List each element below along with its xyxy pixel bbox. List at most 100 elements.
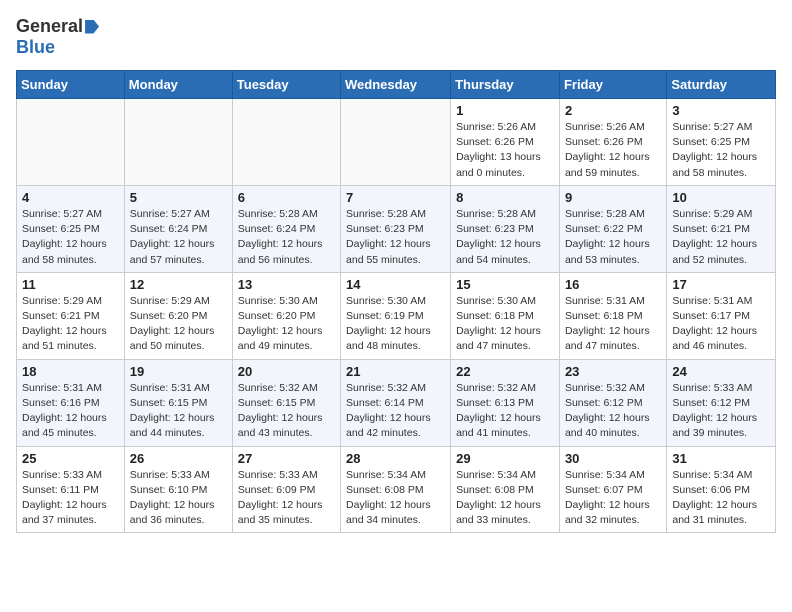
calendar-day-27: 27 Sunrise: 5:33 AM Sunset: 6:09 PM Dayli… — [232, 446, 340, 533]
day-number: 3 — [672, 103, 770, 118]
calendar-day-1: 1 Sunrise: 5:26 AM Sunset: 6:26 PM Daylig… — [451, 99, 560, 186]
day-info: Sunrise: 5:33 AM Sunset: 6:09 PM Dayligh… — [238, 468, 335, 529]
day-info: Sunrise: 5:28 AM Sunset: 6:22 PM Dayligh… — [565, 207, 661, 268]
day-info: Sunrise: 5:26 AM Sunset: 6:26 PM Dayligh… — [565, 120, 661, 181]
day-number: 7 — [346, 190, 445, 205]
page-header: General Blue — [16, 16, 776, 58]
calendar-week-row: 11 Sunrise: 5:29 AM Sunset: 6:21 PM Dayli… — [17, 272, 776, 359]
day-info: Sunrise: 5:27 AM Sunset: 6:25 PM Dayligh… — [672, 120, 770, 181]
day-number: 14 — [346, 277, 445, 292]
day-number: 1 — [456, 103, 554, 118]
day-info: Sunrise: 5:32 AM Sunset: 6:13 PM Dayligh… — [456, 381, 554, 442]
weekday-header-tuesday: Tuesday — [232, 71, 340, 99]
day-number: 24 — [672, 364, 770, 379]
calendar-day-19: 19 Sunrise: 5:31 AM Sunset: 6:15 PM Dayli… — [124, 359, 232, 446]
day-number: 31 — [672, 451, 770, 466]
day-number: 25 — [22, 451, 119, 466]
day-number: 11 — [22, 277, 119, 292]
day-info: Sunrise: 5:34 AM Sunset: 6:08 PM Dayligh… — [346, 468, 445, 529]
day-info: Sunrise: 5:32 AM Sunset: 6:12 PM Dayligh… — [565, 381, 661, 442]
calendar-day-3: 3 Sunrise: 5:27 AM Sunset: 6:25 PM Daylig… — [667, 99, 776, 186]
calendar-day-26: 26 Sunrise: 5:33 AM Sunset: 6:10 PM Dayli… — [124, 446, 232, 533]
calendar-day-11: 11 Sunrise: 5:29 AM Sunset: 6:21 PM Dayli… — [17, 272, 125, 359]
calendar-day-31: 31Sunrise: 5:34 AM Sunset: 6:06 PM Dayli… — [667, 446, 776, 533]
day-info: Sunrise: 5:27 AM Sunset: 6:24 PM Dayligh… — [130, 207, 227, 268]
day-number: 26 — [130, 451, 227, 466]
logo-general-text: General — [16, 16, 83, 37]
day-number: 21 — [346, 364, 445, 379]
day-number: 23 — [565, 364, 661, 379]
calendar-day-28: 28 Sunrise: 5:34 AM Sunset: 6:08 PM Dayli… — [341, 446, 451, 533]
day-info: Sunrise: 5:34 AM Sunset: 6:07 PM Dayligh… — [565, 468, 661, 529]
calendar-day-5: 5Sunrise: 5:27 AM Sunset: 6:24 PM Daylig… — [124, 185, 232, 272]
calendar-day-25: 25 Sunrise: 5:33 AM Sunset: 6:11 PM Dayli… — [17, 446, 125, 533]
calendar-day-16: 16 Sunrise: 5:31 AM Sunset: 6:18 PM Dayli… — [559, 272, 666, 359]
calendar-day-6: 6 Sunrise: 5:28 AM Sunset: 6:24 PM Daylig… — [232, 185, 340, 272]
day-number: 10 — [672, 190, 770, 205]
calendar-table: SundayMondayTuesdayWednesdayThursdayFrid… — [16, 70, 776, 533]
calendar-day-21: 21Sunrise: 5:32 AM Sunset: 6:14 PM Dayli… — [341, 359, 451, 446]
calendar-day-17: 17 Sunrise: 5:31 AM Sunset: 6:17 PM Dayli… — [667, 272, 776, 359]
calendar-day-29: 29Sunrise: 5:34 AM Sunset: 6:08 PM Dayli… — [451, 446, 560, 533]
weekday-header-sunday: Sunday — [17, 71, 125, 99]
calendar-day-23: 23 Sunrise: 5:32 AM Sunset: 6:12 PM Dayli… — [559, 359, 666, 446]
day-number: 19 — [130, 364, 227, 379]
calendar-week-row: 25 Sunrise: 5:33 AM Sunset: 6:11 PM Dayli… — [17, 446, 776, 533]
weekday-header-friday: Friday — [559, 71, 666, 99]
day-number: 28 — [346, 451, 445, 466]
logo-blue-text: Blue — [16, 37, 55, 58]
calendar-day-2: 2 Sunrise: 5:26 AM Sunset: 6:26 PM Daylig… — [559, 99, 666, 186]
day-number: 27 — [238, 451, 335, 466]
day-info: Sunrise: 5:28 AM Sunset: 6:23 PM Dayligh… — [346, 207, 445, 268]
logo: General Blue — [16, 16, 99, 58]
weekday-header-row: SundayMondayTuesdayWednesdayThursdayFrid… — [17, 71, 776, 99]
weekday-header-saturday: Saturday — [667, 71, 776, 99]
day-number: 13 — [238, 277, 335, 292]
day-info: Sunrise: 5:33 AM Sunset: 6:10 PM Dayligh… — [130, 468, 227, 529]
calendar-empty-cell — [341, 99, 451, 186]
day-number: 18 — [22, 364, 119, 379]
day-info: Sunrise: 5:31 AM Sunset: 6:16 PM Dayligh… — [22, 381, 119, 442]
day-number: 22 — [456, 364, 554, 379]
calendar-day-4: 4 Sunrise: 5:27 AM Sunset: 6:25 PM Daylig… — [17, 185, 125, 272]
weekday-header-wednesday: Wednesday — [341, 71, 451, 99]
logo-icon — [85, 20, 99, 34]
calendar-day-10: 10Sunrise: 5:29 AM Sunset: 6:21 PM Dayli… — [667, 185, 776, 272]
weekday-header-monday: Monday — [124, 71, 232, 99]
weekday-header-thursday: Thursday — [451, 71, 560, 99]
calendar-day-22: 22 Sunrise: 5:32 AM Sunset: 6:13 PM Dayli… — [451, 359, 560, 446]
day-info: Sunrise: 5:33 AM Sunset: 6:11 PM Dayligh… — [22, 468, 119, 529]
calendar-day-18: 18 Sunrise: 5:31 AM Sunset: 6:16 PM Dayli… — [17, 359, 125, 446]
calendar-empty-cell — [232, 99, 340, 186]
day-info: Sunrise: 5:27 AM Sunset: 6:25 PM Dayligh… — [22, 207, 119, 268]
calendar-day-7: 7 Sunrise: 5:28 AM Sunset: 6:23 PM Daylig… — [341, 185, 451, 272]
day-number: 16 — [565, 277, 661, 292]
calendar-week-row: 1 Sunrise: 5:26 AM Sunset: 6:26 PM Daylig… — [17, 99, 776, 186]
day-number: 9 — [565, 190, 661, 205]
calendar-week-row: 18 Sunrise: 5:31 AM Sunset: 6:16 PM Dayli… — [17, 359, 776, 446]
day-info: Sunrise: 5:30 AM Sunset: 6:20 PM Dayligh… — [238, 294, 335, 355]
day-info: Sunrise: 5:31 AM Sunset: 6:18 PM Dayligh… — [565, 294, 661, 355]
calendar-day-24: 24 Sunrise: 5:33 AM Sunset: 6:12 PM Dayli… — [667, 359, 776, 446]
day-number: 4 — [22, 190, 119, 205]
day-info: Sunrise: 5:31 AM Sunset: 6:17 PM Dayligh… — [672, 294, 770, 355]
day-info: Sunrise: 5:32 AM Sunset: 6:15 PM Dayligh… — [238, 381, 335, 442]
calendar-day-9: 9 Sunrise: 5:28 AM Sunset: 6:22 PM Daylig… — [559, 185, 666, 272]
day-number: 20 — [238, 364, 335, 379]
day-info: Sunrise: 5:29 AM Sunset: 6:21 PM Dayligh… — [22, 294, 119, 355]
day-number: 2 — [565, 103, 661, 118]
day-info: Sunrise: 5:28 AM Sunset: 6:24 PM Dayligh… — [238, 207, 335, 268]
day-info: Sunrise: 5:26 AM Sunset: 6:26 PM Dayligh… — [456, 120, 554, 181]
calendar-empty-cell — [17, 99, 125, 186]
day-info: Sunrise: 5:28 AM Sunset: 6:23 PM Dayligh… — [456, 207, 554, 268]
calendar-day-12: 12Sunrise: 5:29 AM Sunset: 6:20 PM Dayli… — [124, 272, 232, 359]
day-number: 29 — [456, 451, 554, 466]
day-number: 6 — [238, 190, 335, 205]
calendar-day-13: 13 Sunrise: 5:30 AM Sunset: 6:20 PM Dayli… — [232, 272, 340, 359]
calendar-day-14: 14 Sunrise: 5:30 AM Sunset: 6:19 PM Dayli… — [341, 272, 451, 359]
day-info: Sunrise: 5:31 AM Sunset: 6:15 PM Dayligh… — [130, 381, 227, 442]
day-info: Sunrise: 5:33 AM Sunset: 6:12 PM Dayligh… — [672, 381, 770, 442]
day-info: Sunrise: 5:30 AM Sunset: 6:19 PM Dayligh… — [346, 294, 445, 355]
day-number: 17 — [672, 277, 770, 292]
day-number: 8 — [456, 190, 554, 205]
